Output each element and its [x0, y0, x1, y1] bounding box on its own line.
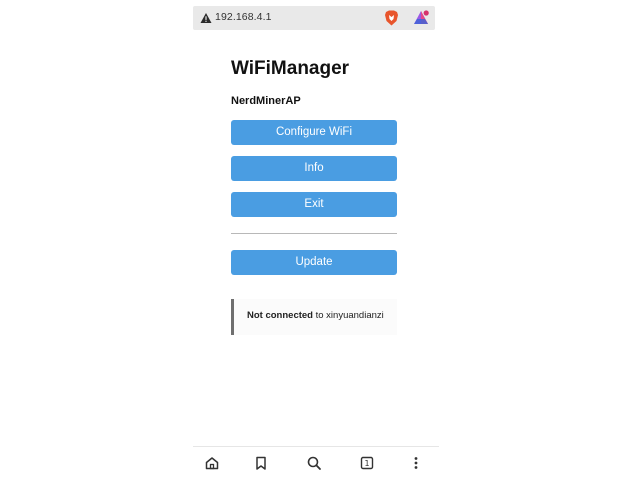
page-title: WiFiManager: [231, 58, 350, 79]
warning-icon[interactable]: [200, 12, 212, 24]
tabs-icon[interactable]: 1: [359, 455, 375, 471]
bookmark-icon[interactable]: [253, 455, 269, 471]
screen: 192.168.4.1 WiFiManager NerdMinerAP Conf…: [0, 0, 640, 480]
prism-triangle-icon[interactable]: [413, 10, 429, 26]
status-text: Not connected to xinyuandianzi: [247, 310, 384, 321]
exit-button[interactable]: Exit: [231, 192, 397, 217]
brave-lion-icon[interactable]: [384, 10, 399, 26]
divider: [231, 233, 397, 234]
info-button[interactable]: Info: [231, 156, 397, 181]
configure-wifi-button[interactable]: Configure WiFi: [231, 120, 397, 145]
status-bold: Not connected: [247, 310, 313, 321]
bottom-nav-divider: [193, 446, 439, 447]
status-network: to xinyuandianzi: [312, 310, 384, 321]
device-name: NerdMinerAP: [231, 95, 301, 107]
update-button[interactable]: Update: [231, 250, 397, 275]
address-text[interactable]: 192.168.4.1: [215, 11, 272, 23]
home-icon[interactable]: [204, 455, 220, 471]
search-icon[interactable]: [306, 455, 322, 471]
more-menu-icon[interactable]: [408, 455, 424, 471]
connection-status: Not connected to xinyuandianzi: [231, 299, 397, 335]
tab-count: 1: [364, 459, 369, 468]
address-bar[interactable]: 192.168.4.1: [193, 6, 435, 30]
